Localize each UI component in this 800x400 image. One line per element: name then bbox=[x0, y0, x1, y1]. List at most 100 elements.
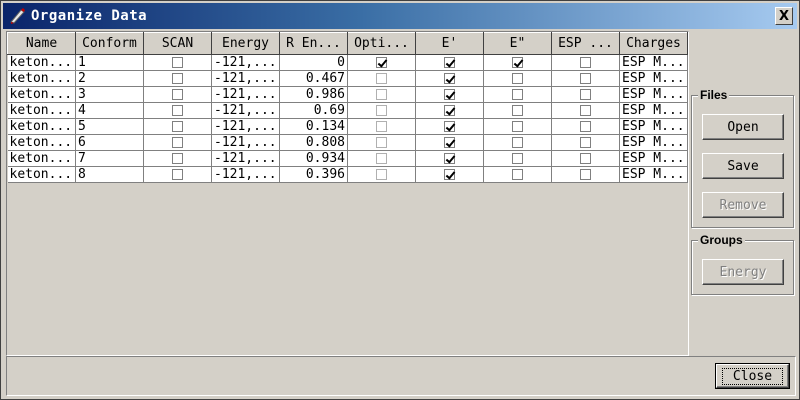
opti-checkbox[interactable] bbox=[376, 169, 387, 180]
name-cell[interactable]: keton... bbox=[7, 102, 76, 119]
charges-cell[interactable]: ESP M... bbox=[619, 150, 688, 167]
esp-checkbox[interactable] bbox=[580, 121, 591, 132]
charges-cell[interactable]: ESP M... bbox=[619, 134, 688, 151]
table-row[interactable]: keton... 7 -121,... 0.934 ESP M... bbox=[7, 150, 688, 167]
r_energy-cell[interactable]: 0.467 bbox=[279, 70, 348, 87]
data-grid[interactable]: Name Conform SCAN Energy R En... Opti... E' E" E… bbox=[6, 31, 689, 356]
charges-cell[interactable]: ESP M... bbox=[619, 86, 688, 103]
e2-checkbox[interactable] bbox=[512, 89, 523, 100]
column-header[interactable]: SCAN bbox=[143, 32, 212, 55]
conform-cell[interactable]: 6 bbox=[75, 134, 144, 151]
e2-checkbox[interactable] bbox=[512, 73, 523, 84]
name-cell[interactable]: keton... bbox=[7, 70, 76, 87]
opti-checkbox[interactable] bbox=[376, 73, 387, 84]
conform-cell[interactable]: 2 bbox=[75, 70, 144, 87]
close-icon[interactable]: X bbox=[775, 7, 793, 25]
name-cell[interactable]: keton... bbox=[7, 118, 76, 135]
charges-cell[interactable]: ESP M... bbox=[619, 166, 688, 183]
column-header[interactable]: R En... bbox=[279, 32, 348, 55]
scan-checkbox[interactable] bbox=[172, 105, 183, 116]
e1-checkbox[interactable] bbox=[444, 137, 455, 148]
e1-checkbox[interactable] bbox=[444, 169, 455, 180]
name-cell[interactable]: keton... bbox=[7, 150, 76, 167]
energy-cell[interactable]: -121,... bbox=[211, 166, 280, 183]
opti-checkbox[interactable] bbox=[376, 153, 387, 164]
scan-checkbox[interactable] bbox=[172, 169, 183, 180]
energy-cell[interactable]: -121,... bbox=[211, 150, 280, 167]
energy-cell[interactable]: -121,... bbox=[211, 70, 280, 87]
energy-cell[interactable]: -121,... bbox=[211, 86, 280, 103]
table-row[interactable]: keton... 8 -121,... 0.396 ESP M... bbox=[7, 166, 688, 183]
r_energy-cell[interactable]: 0.396 bbox=[279, 166, 348, 183]
r_energy-cell[interactable]: 0.986 bbox=[279, 86, 348, 103]
column-header[interactable]: Opti... bbox=[347, 32, 416, 55]
e2-checkbox[interactable] bbox=[512, 121, 523, 132]
energy-cell[interactable]: -121,... bbox=[211, 118, 280, 135]
e1-checkbox[interactable] bbox=[444, 153, 455, 164]
name-cell[interactable]: keton... bbox=[7, 166, 76, 183]
esp-checkbox[interactable] bbox=[580, 137, 591, 148]
charges-cell[interactable]: ESP M... bbox=[619, 118, 688, 135]
scan-checkbox[interactable] bbox=[172, 153, 183, 164]
e2-checkbox[interactable] bbox=[512, 137, 523, 148]
charges-cell[interactable]: ESP M... bbox=[619, 54, 688, 71]
r_energy-cell[interactable]: 0 bbox=[279, 54, 348, 71]
r_energy-cell[interactable]: 0.134 bbox=[279, 118, 348, 135]
table-row[interactable]: keton... 3 -121,... 0.986 ESP M... bbox=[7, 86, 688, 103]
energy-button[interactable]: Energy bbox=[702, 259, 784, 285]
scan-checkbox[interactable] bbox=[172, 57, 183, 68]
open-button[interactable]: Open bbox=[702, 114, 784, 140]
e2-checkbox[interactable] bbox=[512, 153, 523, 164]
e2-checkbox[interactable] bbox=[512, 57, 523, 68]
table-row[interactable]: keton... 5 -121,... 0.134 ESP M... bbox=[7, 118, 688, 135]
opti-checkbox[interactable] bbox=[376, 121, 387, 132]
esp-checkbox[interactable] bbox=[580, 89, 591, 100]
column-header[interactable]: Charges bbox=[619, 32, 688, 55]
energy-cell[interactable]: -121,... bbox=[211, 54, 280, 71]
opti-checkbox[interactable] bbox=[376, 137, 387, 148]
opti-checkbox[interactable] bbox=[376, 89, 387, 100]
scan-checkbox[interactable] bbox=[172, 137, 183, 148]
e1-checkbox[interactable] bbox=[444, 105, 455, 116]
e2-checkbox[interactable] bbox=[512, 169, 523, 180]
e1-checkbox[interactable] bbox=[444, 89, 455, 100]
conform-cell[interactable]: 5 bbox=[75, 118, 144, 135]
table-row[interactable]: keton... 2 -121,... 0.467 ESP M... bbox=[7, 70, 688, 87]
esp-checkbox[interactable] bbox=[580, 57, 591, 68]
column-header[interactable]: Name bbox=[7, 32, 76, 55]
scan-checkbox[interactable] bbox=[172, 121, 183, 132]
esp-checkbox[interactable] bbox=[580, 169, 591, 180]
save-button[interactable]: Save bbox=[702, 153, 784, 179]
esp-checkbox[interactable] bbox=[580, 153, 591, 164]
e1-checkbox[interactable] bbox=[444, 57, 455, 68]
name-cell[interactable]: keton... bbox=[7, 86, 76, 103]
column-header[interactable]: E' bbox=[415, 32, 484, 55]
name-cell[interactable]: keton... bbox=[7, 54, 76, 71]
column-header[interactable]: Conform bbox=[75, 32, 144, 55]
table-row[interactable]: keton... 1 -121,... 0 ESP M... bbox=[7, 54, 688, 71]
e1-checkbox[interactable] bbox=[444, 121, 455, 132]
charges-cell[interactable]: ESP M... bbox=[619, 70, 688, 87]
e2-checkbox[interactable] bbox=[512, 105, 523, 116]
charges-cell[interactable]: ESP M... bbox=[619, 102, 688, 119]
conform-cell[interactable]: 8 bbox=[75, 166, 144, 183]
r_energy-cell[interactable]: 0.808 bbox=[279, 134, 348, 151]
conform-cell[interactable]: 3 bbox=[75, 86, 144, 103]
r_energy-cell[interactable]: 0.69 bbox=[279, 102, 348, 119]
table-row[interactable]: keton... 4 -121,... 0.69 ESP M... bbox=[7, 102, 688, 119]
r_energy-cell[interactable]: 0.934 bbox=[279, 150, 348, 167]
e1-checkbox[interactable] bbox=[444, 73, 455, 84]
conform-cell[interactable]: 4 bbox=[75, 102, 144, 119]
conform-cell[interactable]: 7 bbox=[75, 150, 144, 167]
esp-checkbox[interactable] bbox=[580, 73, 591, 84]
title-bar[interactable]: Organize Data X bbox=[3, 3, 797, 29]
energy-cell[interactable]: -121,... bbox=[211, 102, 280, 119]
scan-checkbox[interactable] bbox=[172, 89, 183, 100]
esp-checkbox[interactable] bbox=[580, 105, 591, 116]
column-header[interactable]: ESP ... bbox=[551, 32, 620, 55]
remove-button[interactable]: Remove bbox=[702, 192, 784, 218]
scan-checkbox[interactable] bbox=[172, 73, 183, 84]
column-header[interactable]: E" bbox=[483, 32, 552, 55]
opti-checkbox[interactable] bbox=[376, 105, 387, 116]
name-cell[interactable]: keton... bbox=[7, 134, 76, 151]
